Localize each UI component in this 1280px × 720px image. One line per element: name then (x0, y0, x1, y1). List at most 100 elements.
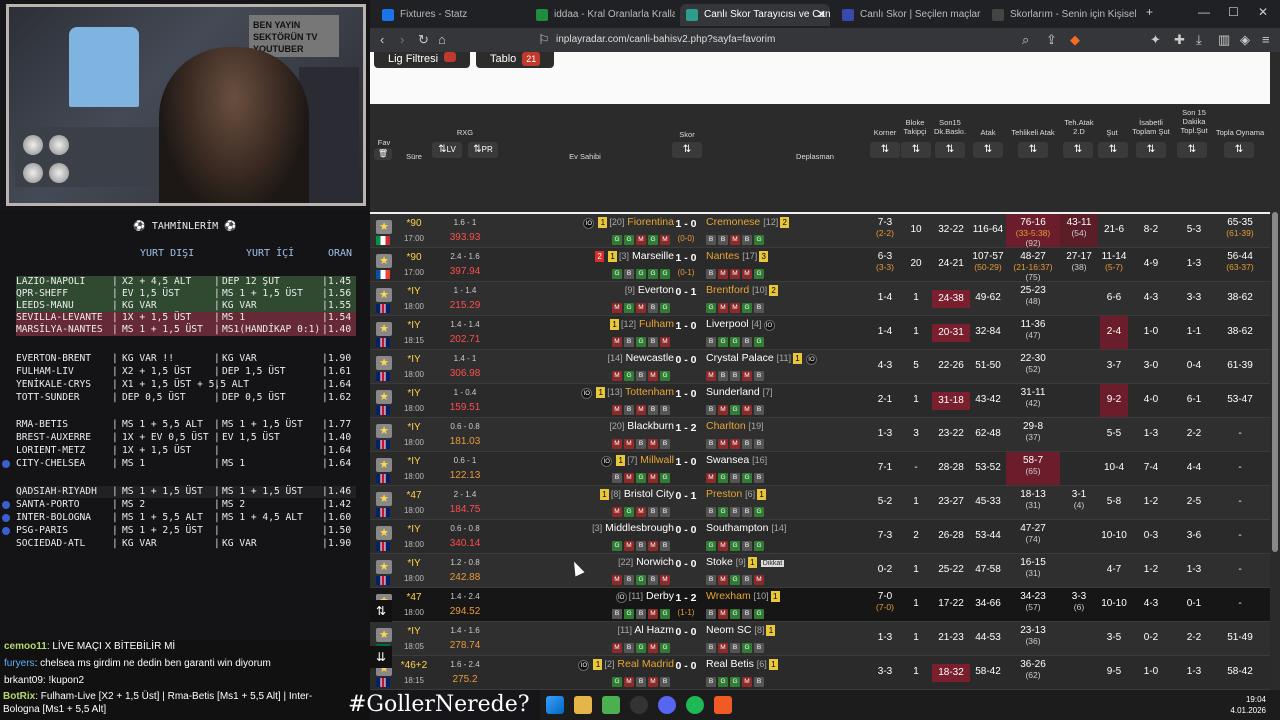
maximize-icon[interactable]: ☐ (1228, 5, 1239, 19)
url-field[interactable]: inplayradar.com/canli-bahisv2.php?sayfa=… (556, 34, 775, 45)
home-team[interactable]: IO 1 [2] Real Madrid (576, 658, 674, 671)
sort-down-icon[interactable]: ⇊ (370, 646, 392, 668)
match-row[interactable]: ★ *IY 18:00 1.2 - 0.8 242.88 [22] Norwich M B G B… (370, 554, 1270, 588)
match-row[interactable]: ★ *IY 18:05 1.4 - 1.6 278.74 [11] Al Hazm M B G M… (370, 622, 1270, 656)
away-team[interactable]: Nantes [17] 3 (706, 250, 770, 262)
favorite-star-icon[interactable]: ★ (376, 458, 392, 472)
match-row[interactable]: ★ *IY 18:00 1 - 1.4 215.29 [9] Everton M G M B G 0 … (370, 282, 1270, 316)
home-team[interactable]: [3] Middlesbrough (592, 522, 674, 534)
windows-start-icon[interactable] (546, 696, 564, 714)
favorite-star-icon[interactable]: ★ (376, 424, 392, 438)
match-row[interactable]: ★ *47 18:00 2 - 1.4 184.75 1 [8] Bristol City M… (370, 486, 1270, 520)
away-team[interactable]: Neom SC [8] 1 (706, 624, 777, 636)
home-team[interactable]: 1 [8] Bristol City (598, 488, 674, 500)
file-explorer-icon[interactable] (574, 696, 592, 714)
match-row[interactable]: ★ *IY 18:15 1.4 - 1.4 202.71 1 [12] Fulham M B G B… (370, 316, 1270, 350)
favorite-star-icon[interactable]: ★ (376, 628, 392, 642)
favorite-star-icon[interactable]: ★ (376, 560, 392, 574)
sort-bloke-button[interactable]: ⇅ (901, 142, 931, 158)
sort-score-button[interactable]: ⇅ (672, 142, 702, 158)
sidebar-icon[interactable]: ▥ (1218, 32, 1230, 48)
sort-isabetli-button[interactable]: ⇅ (1136, 142, 1166, 158)
home-team[interactable]: IO [11] Derby (614, 590, 674, 603)
match-row[interactable]: ★*4718:001.4 - 2.4294.52IO[11] DerbyBGBM… (370, 588, 1270, 622)
home-team[interactable]: IO 1 [20] Fiorentina (581, 216, 674, 229)
match-row[interactable]: ★ *IY 18:00 0.6 - 1 122.13 IO 1 [7] Millwall B M G… (370, 452, 1270, 486)
home-team[interactable]: [14] Newcastle (608, 352, 674, 364)
sort-sut-button[interactable]: ⇅ (1098, 142, 1128, 158)
sort-atak-button[interactable]: ⇅ (973, 142, 1003, 158)
trash-icon[interactable]: 🗑 (374, 148, 392, 160)
sort-toggle-icon[interactable]: ⇅ (370, 600, 392, 622)
match-row[interactable]: ★ *IY 18:00 1.4 - 1 306.98 [14] Newcastle M G B M… (370, 350, 1270, 384)
browser-tab-active[interactable]: Canlı Skor Tarayıcısı ve Canlı S✕ (680, 4, 830, 26)
sort-tehatak-button[interactable]: ⇅ (1063, 142, 1093, 158)
away-team[interactable]: Brentford [10] 2 (706, 284, 780, 296)
wallet-icon[interactable]: ◈ (1240, 32, 1250, 48)
obs-icon[interactable] (630, 696, 648, 714)
home-team[interactable]: 1 [12] Fulham (608, 318, 674, 330)
forward-icon[interactable]: › (400, 32, 404, 47)
match-row[interactable]: ★ *90 17:00 2.4 - 1.6 397.94 2 1 [3] Marseille G… (370, 248, 1270, 282)
match-row[interactable]: ★ *46+2 18:15 1.6 - 2.4 275.2 IO 1 [2] Real Mad… (370, 656, 1270, 690)
favorite-star-icon[interactable]: ★ (376, 526, 392, 540)
brave-icon[interactable] (714, 696, 732, 714)
home-team[interactable]: IO 1 [13] Tottenham (579, 386, 674, 399)
away-team[interactable]: Wrexham [10] 1 (706, 590, 782, 602)
page-scrollbar[interactable] (1270, 52, 1280, 690)
browser-tab[interactable]: iddaa - Kral Oranlarla Krallar Gibi (530, 4, 675, 26)
favorite-star-icon[interactable]: ★ (376, 492, 392, 506)
puzzle-icon[interactable]: ✚ (1174, 32, 1185, 48)
notepad-icon[interactable] (602, 696, 620, 714)
away-team[interactable]: Charlton [19] (706, 420, 764, 432)
sort-lv-button[interactable]: ⇅LV (432, 142, 462, 158)
scrollbar-thumb[interactable] (1272, 212, 1278, 552)
home-icon[interactable]: ⌂ (438, 32, 446, 47)
spotify-icon[interactable] (686, 696, 704, 714)
browser-tab[interactable]: Canlı Skor | Seçilen maçlar için ca (836, 4, 981, 26)
favorite-star-icon[interactable]: ★ (376, 356, 392, 370)
sort-tehlikeli-button[interactable]: ⇅ (1018, 142, 1048, 158)
menu-icon[interactable]: ≡ (1262, 32, 1270, 47)
away-team[interactable]: Stoke [9] 1 Dikkat (706, 556, 785, 568)
discord-icon[interactable] (658, 696, 676, 714)
browser-tab[interactable]: Fixtures - Statz (376, 4, 526, 26)
away-team[interactable]: Liverpool [4] IO (706, 318, 777, 331)
zoom-icon[interactable]: ⌕ (1022, 32, 1029, 48)
sort-topla-button[interactable]: ⇅ (1224, 142, 1254, 158)
match-row[interactable]: ★ *IY 18:00 0.6 - 0.8 181.03 [20] Blackburn M M… (370, 418, 1270, 452)
download-icon[interactable]: ⤓ (1196, 32, 1202, 48)
away-team[interactable]: Preston [6] 1 (706, 488, 768, 500)
sort-son15sut-button[interactable]: ⇅ (1177, 142, 1207, 158)
favorite-star-icon[interactable]: ★ (376, 390, 392, 404)
match-row[interactable]: ★ *90 17:00 1.6 - 1 393.93 IO 1 [20] Fiorentina… (370, 214, 1270, 248)
bookmark-icon[interactable]: ⚐ (538, 32, 550, 48)
away-team[interactable]: Southampton [14] (706, 522, 786, 534)
sort-son15-button[interactable]: ⇅ (935, 142, 965, 158)
browser-tab[interactable]: Skorlarım - Senin için Kişiselleştiri (986, 4, 1136, 26)
away-team[interactable]: Sunderland [7] (706, 386, 773, 398)
table-button[interactable]: Tablo 21 (476, 52, 555, 68)
back-icon[interactable]: ‹ (380, 32, 384, 47)
home-team[interactable]: [20] Blackburn (609, 420, 674, 432)
away-team[interactable]: Swansea [16] (706, 454, 767, 466)
favorite-star-icon[interactable]: ★ (376, 254, 392, 268)
away-team[interactable]: Cremonese [12] 2 (706, 216, 791, 228)
new-tab-icon[interactable]: + (1146, 5, 1153, 19)
favorite-star-icon[interactable]: ★ (376, 322, 392, 336)
sort-corner-button[interactable]: ⇅ (870, 142, 900, 158)
close-window-icon[interactable]: ✕ (1258, 5, 1268, 19)
minimize-icon[interactable]: — (1198, 5, 1210, 19)
sort-pr-button[interactable]: ⇅PR (468, 142, 498, 158)
match-row[interactable]: ★ *IY 18:00 0.6 - 0.8 340.14 [3] Middlesbroug… (370, 520, 1270, 554)
away-team[interactable]: Crystal Palace [11] 1 IO (706, 352, 819, 365)
home-team[interactable]: 2 1 [3] Marseille (593, 250, 674, 262)
league-filter-button[interactable]: Lig Filtresi (374, 52, 471, 68)
favorite-star-icon[interactable]: ★ (376, 220, 392, 234)
share-icon[interactable]: ⇪ (1046, 32, 1057, 48)
close-tab-icon[interactable]: ✕ (817, 4, 826, 26)
home-team[interactable]: IO 1 [7] Millwall (599, 454, 674, 467)
brave-shield-icon[interactable]: ◆ (1070, 32, 1080, 48)
favorite-star-icon[interactable]: ★ (376, 288, 392, 302)
reload-icon[interactable]: ↻ (418, 32, 429, 48)
